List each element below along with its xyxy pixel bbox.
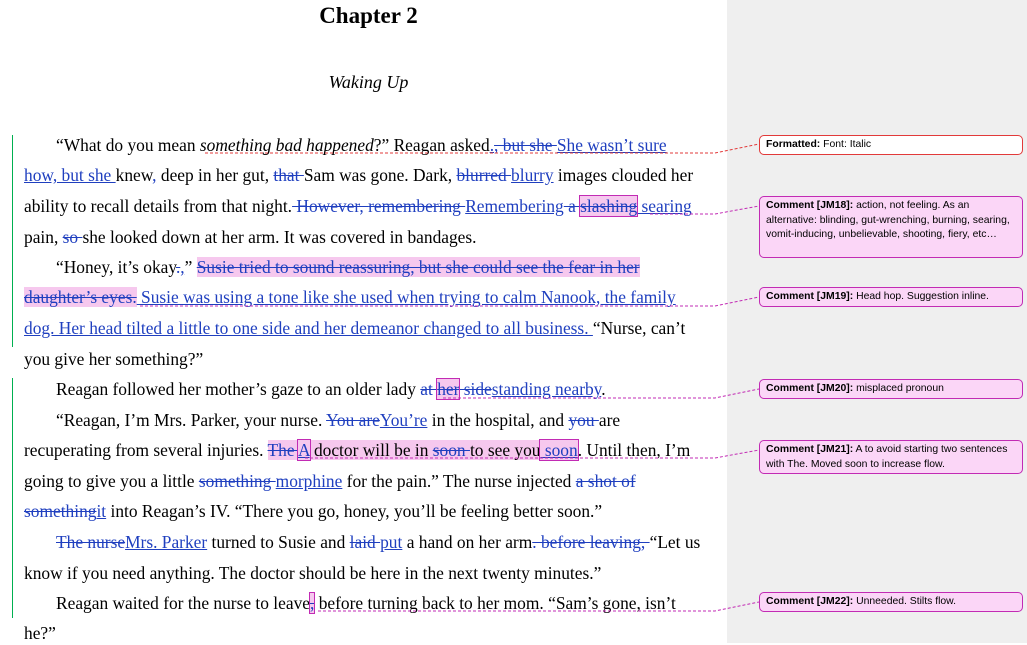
balloon-label: Comment [JM19]: <box>766 291 854 302</box>
balloon-label: Comment [JM20]: <box>766 383 854 394</box>
balloon-label: Formatted: <box>766 139 821 150</box>
comment-balloon[interactable]: Comment [JM20]: misplaced pronoun <box>759 379 1023 399</box>
leader-line <box>140 296 760 307</box>
leader-line <box>443 388 760 399</box>
balloon-label: Comment [JM22]: <box>766 596 854 607</box>
format-balloon[interactable]: Formatted: Font: Italic <box>759 135 1023 155</box>
balloon-label: Comment [JM18]: <box>766 200 854 211</box>
balloon-text: Font: Italic <box>820 139 872 150</box>
balloon-label: Comment [JM21]: <box>766 444 854 455</box>
comment-balloon[interactable]: Comment [JM18]: action, not feeling. As … <box>759 196 1023 258</box>
comment-balloon[interactable]: Comment [JM19]: Head hop. Suggestion inl… <box>759 287 1023 307</box>
leader-line <box>318 601 760 612</box>
comment-leaders <box>140 143 760 612</box>
balloon-text: Unneeded. Stilts flow. <box>853 596 956 607</box>
leader-line <box>650 205 760 215</box>
comment-balloon[interactable]: Comment [JM22]: Unneeded. Stilts flow. <box>759 592 1023 612</box>
balloon-text: Head hop. Suggestion inline. <box>853 291 989 302</box>
leader-line <box>305 449 760 459</box>
comment-balloon[interactable]: Comment [JM21]: A to avoid starting two … <box>759 440 1023 474</box>
balloon-text: misplaced pronoun <box>853 383 944 394</box>
leader-line <box>205 143 760 154</box>
